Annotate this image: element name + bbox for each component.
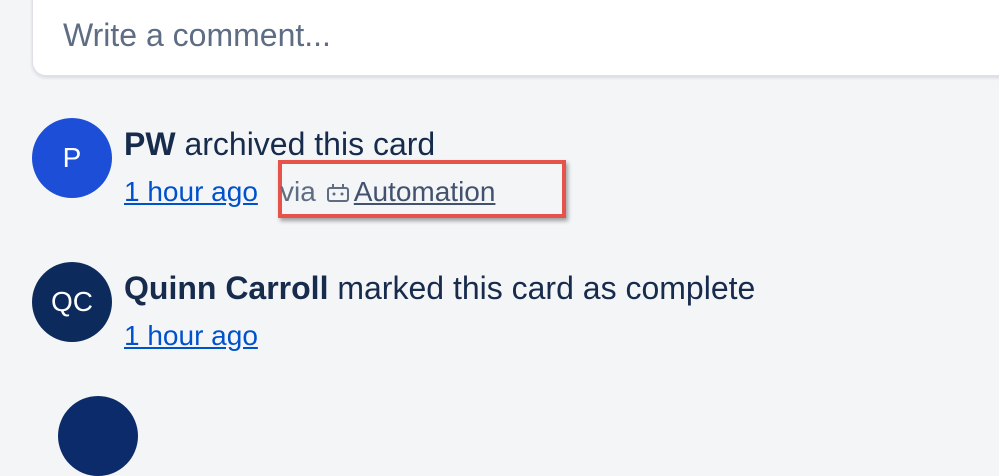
automation-link[interactable]: Automation [354,176,496,207]
activity-text: PW archived this card [124,126,435,163]
activity-meta: 1 hour ago [124,176,258,208]
avatar-initials: P [62,142,82,173]
activity-action: archived this card [184,126,436,162]
activity-text: Quinn Carroll marked this card as comple… [124,270,755,307]
comment-input[interactable]: Write a comment... [32,0,999,76]
activity-actor[interactable]: PW [124,126,176,162]
activity-action: marked this card as complete [337,270,756,306]
activity-meta: 1 hour ago [124,320,258,352]
via-label: via [280,176,316,207]
activity-timestamp-link[interactable]: 1 hour ago [124,320,258,351]
activity-item: QC Quinn Carroll marked this card as com… [32,262,932,372]
avatar[interactable]: QC [32,262,112,342]
avatar[interactable] [58,396,138,476]
activity-actor[interactable]: Quinn Carroll [124,270,328,306]
via-automation: via Automation [280,176,495,210]
activity-timestamp-link[interactable]: 1 hour ago [124,176,258,207]
avatar-initials: QC [51,286,93,317]
robot-icon [326,178,350,210]
comment-placeholder: Write a comment... [63,17,331,53]
activity-item: P PW archived this card 1 hour ago via Au… [32,118,932,228]
avatar[interactable]: P [32,118,112,198]
